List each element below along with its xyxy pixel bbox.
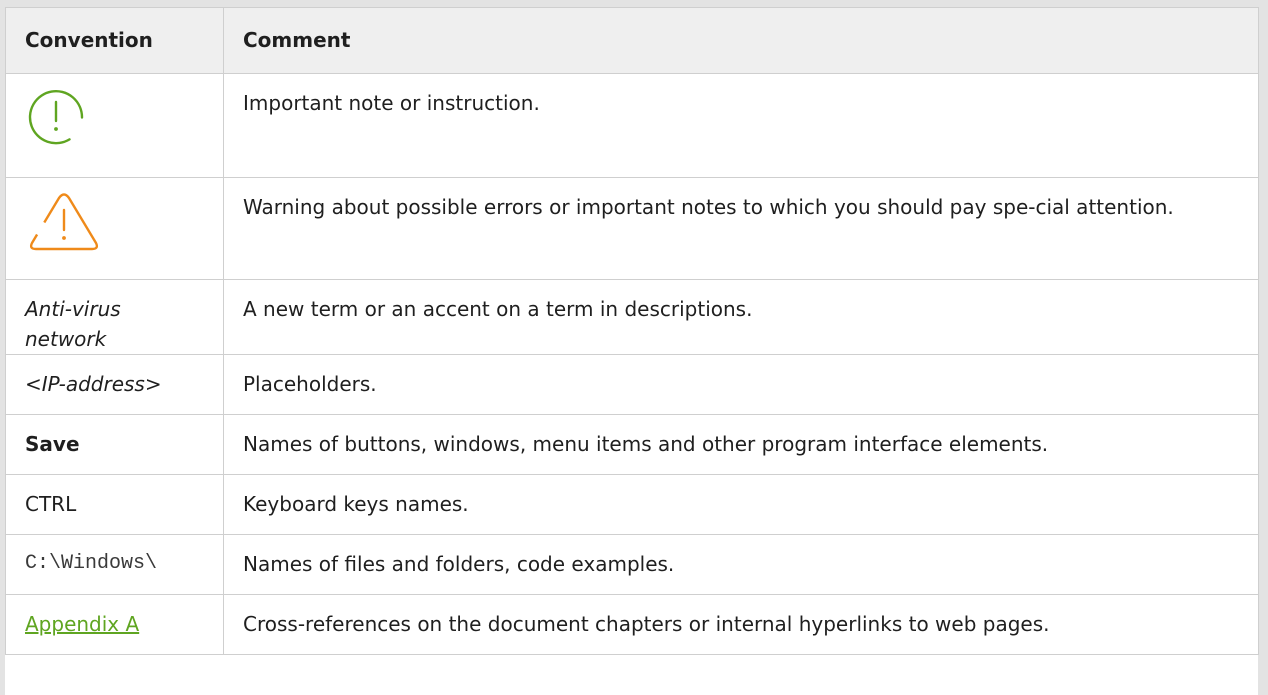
- convention-cell: C:\Windows\: [5, 534, 224, 595]
- convention-cell: [5, 73, 224, 178]
- comment-cell: Names of buttons, windows, menu items an…: [223, 414, 1259, 475]
- appendix-a-link[interactable]: Appendix A: [25, 612, 139, 636]
- table-row: Appendix A Cross-references on the docum…: [5, 594, 1259, 655]
- table-row: CTRL Keyboard keys names.: [5, 474, 1259, 535]
- comment-cell: Important note or instruction.: [223, 73, 1259, 178]
- comment-cell: Warning about possible errors or importa…: [223, 177, 1259, 280]
- header-convention: Convention: [5, 7, 224, 74]
- conventions-table: Convention Comment Important note or ins…: [5, 7, 1259, 655]
- comment-cell: Keyboard keys names.: [223, 474, 1259, 535]
- comment-cell: Placeholders.: [223, 354, 1259, 415]
- convention-cell: Appendix A: [5, 594, 224, 655]
- convention-cell: Anti-virus network: [5, 279, 224, 355]
- comment-cell: Names of files and folders, code example…: [223, 534, 1259, 595]
- comment-cell: Cross-references on the document chapter…: [223, 594, 1259, 655]
- convention-cell: [5, 177, 224, 280]
- table-row: Anti-virus network A new term or an acce…: [5, 279, 1259, 355]
- table-row: Warning about possible errors or importa…: [5, 177, 1259, 280]
- convention-cell: CTRL: [5, 474, 224, 535]
- table-row: C:\Windows\ Names of files and folders, …: [5, 534, 1259, 595]
- important-icon: [28, 89, 84, 145]
- table-row: Important note or instruction.: [5, 73, 1259, 178]
- convention-cell: Save: [5, 414, 224, 475]
- table-header-row: Convention Comment: [5, 7, 1259, 74]
- convention-cell: <IP-address>: [5, 354, 224, 415]
- warning-icon: [29, 193, 99, 251]
- table-row: Save Names of buttons, windows, menu ite…: [5, 414, 1259, 475]
- comment-cell: A new term or an accent on a term in des…: [223, 279, 1259, 355]
- header-comment: Comment: [223, 7, 1259, 74]
- table-row: <IP-address> Placeholders.: [5, 354, 1259, 415]
